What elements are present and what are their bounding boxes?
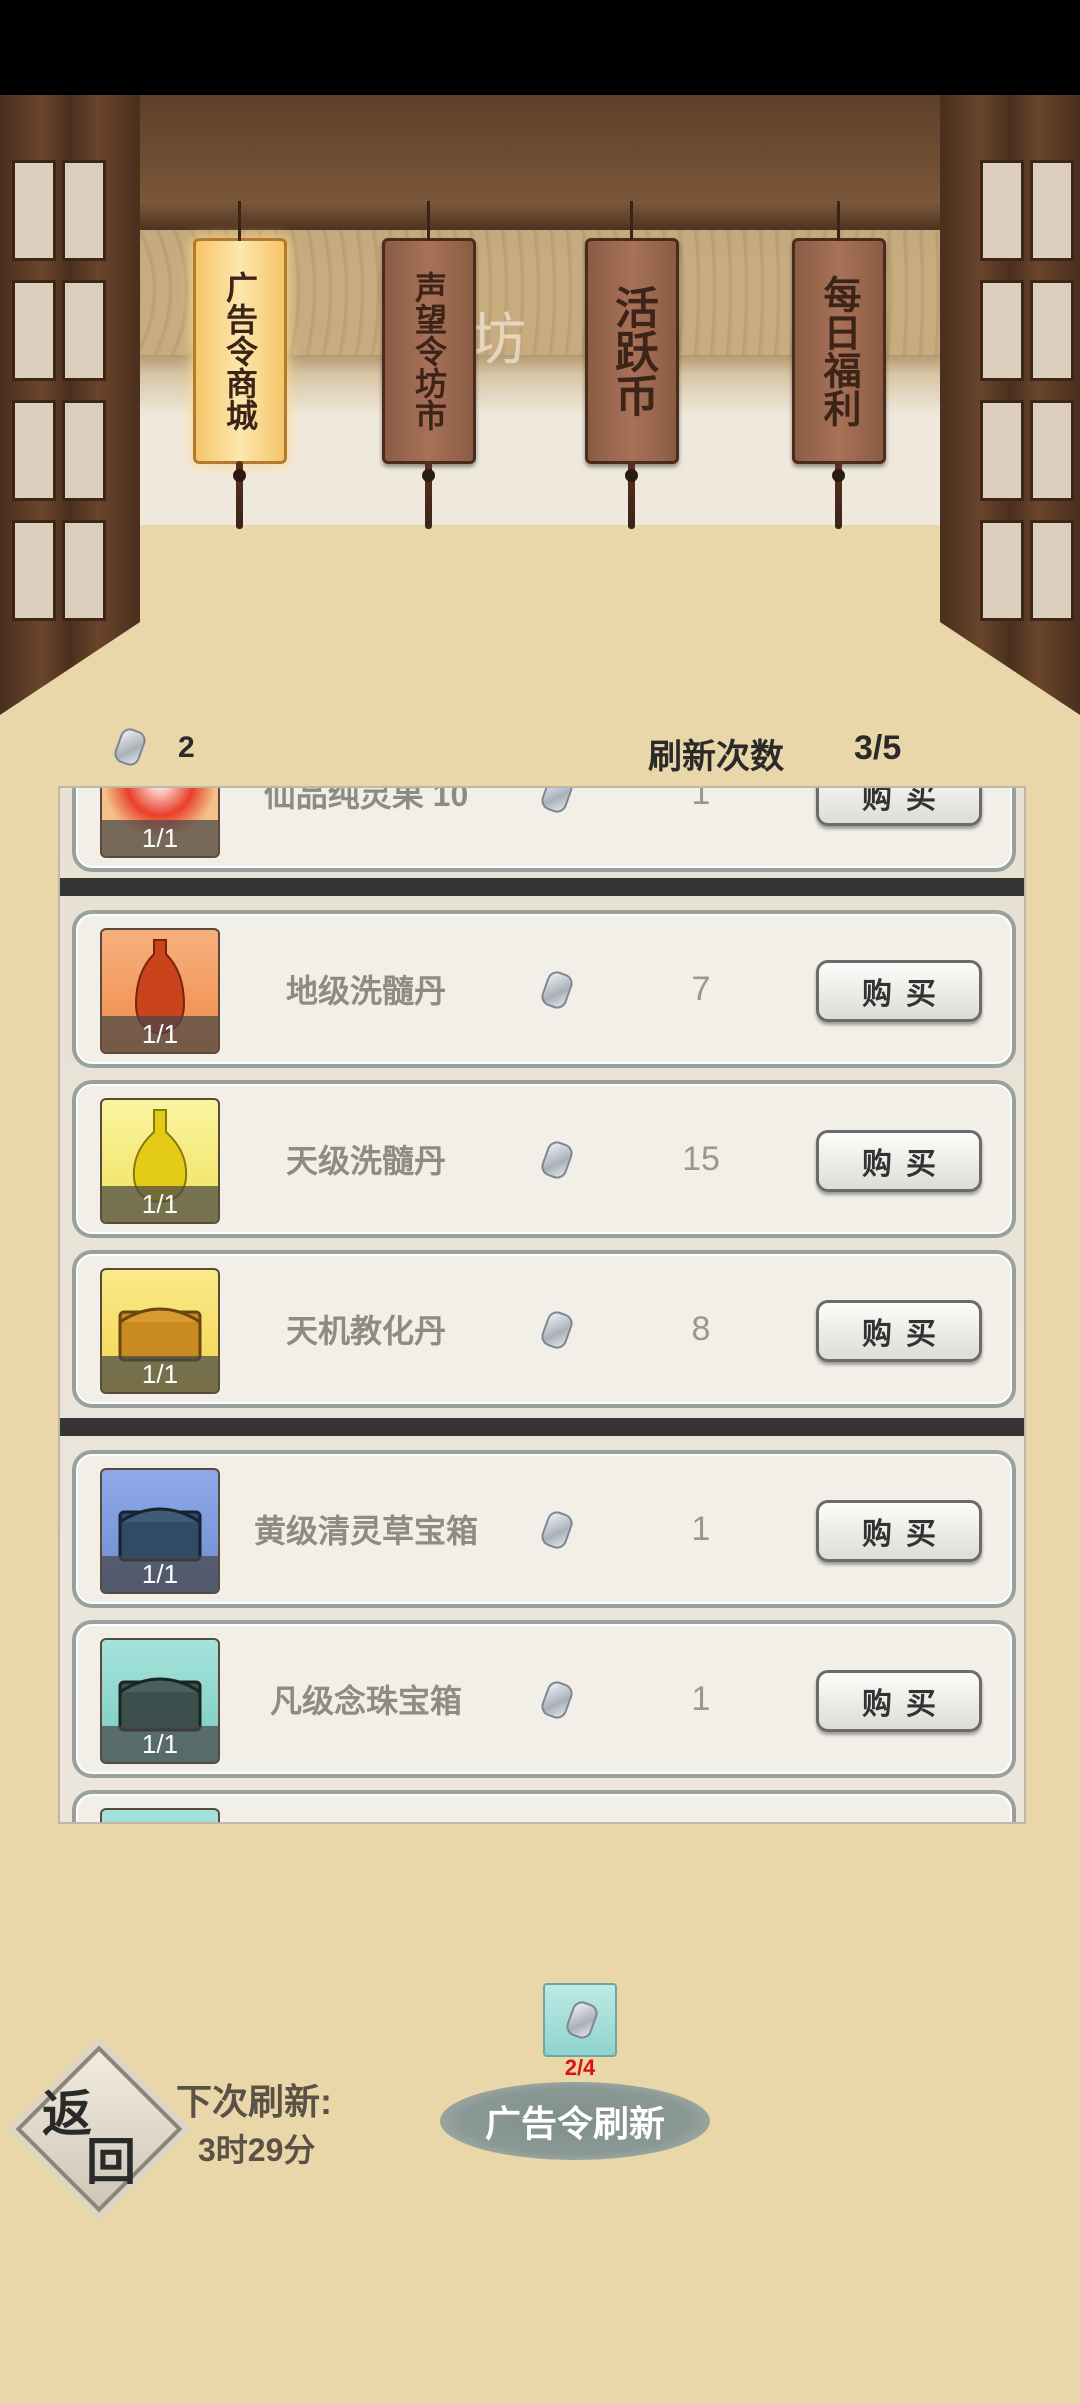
- tab-activity-coin[interactable]: 活跃币: [585, 201, 679, 529]
- ad-token-icon: [538, 1138, 576, 1182]
- tab-ad-token-shop[interactable]: 广告令商城: [193, 201, 287, 529]
- tab-reputation-market[interactable]: 声望令坊市: [382, 201, 476, 529]
- next-refresh-label: 下次刷新:: [176, 2081, 332, 2122]
- item-name: 地级洗髓丹: [285, 973, 446, 1009]
- tab-daily-welfare[interactable]: 每日福利: [792, 201, 886, 529]
- item-name: 黄级清灵草宝箱: [253, 1513, 478, 1549]
- section-divider: [60, 878, 1024, 896]
- ad-token-icon: [563, 1998, 601, 2042]
- ad-token-icon: [538, 788, 576, 816]
- red-vase-icon: 1/1: [100, 928, 220, 1054]
- shop-item-row-partial: [72, 1790, 1016, 1822]
- item-quantity: 1/1: [102, 1016, 218, 1052]
- item-quantity: 1/1: [102, 1556, 218, 1592]
- item-quantity: 1/1: [102, 1356, 218, 1392]
- buy-button[interactable]: 购买: [816, 1300, 982, 1362]
- refresh-count-value: 3/5: [854, 729, 902, 767]
- shop-item-row: 1/1 天级洗髓丹 15 购买: [72, 1080, 1016, 1238]
- item-price: 8: [691, 1309, 711, 1348]
- fruit-icon: 1/1: [100, 788, 220, 858]
- refresh-count-label: 刷新次数: [648, 738, 784, 776]
- shop-item-row: 1/1 仙品纯灵果 10 1 购买: [72, 786, 1016, 872]
- buy-button[interactable]: 购买: [816, 960, 982, 1022]
- currency-amount: 2: [178, 731, 195, 764]
- ticket-count: 2/4: [564, 2055, 596, 2080]
- tab-label: 广告令商城: [221, 271, 259, 431]
- tab-label: 每日福利: [817, 275, 862, 427]
- item-quantity: 1/1: [102, 1186, 218, 1222]
- golden-chest-icon: 1/1: [100, 1268, 220, 1394]
- back-button-label[interactable]: 返回: [28, 2068, 158, 2191]
- item-icon: [100, 1808, 220, 1822]
- buy-button[interactable]: 购买: [816, 1500, 982, 1562]
- back-label-char: 返: [42, 2084, 92, 2143]
- item-price: 1: [691, 1679, 711, 1718]
- shop-item-row: 1/1 黄级清灵草宝箱 1 购买: [72, 1450, 1016, 1608]
- item-quantity: 1/1: [102, 1726, 218, 1762]
- shop-item-row: 1/1 地级洗髓丹 7 购买: [72, 910, 1016, 1068]
- ad-token-ticket-icon: [543, 1983, 617, 2057]
- item-name: 天机教化丹: [285, 1313, 446, 1349]
- ad-token-icon: [538, 1678, 576, 1722]
- tab-label: 活跃币: [607, 285, 658, 417]
- section-divider: [60, 1418, 1024, 1436]
- stats-bar: 2 刷新次数 3/5: [0, 725, 1080, 776]
- ad-token-icon: [538, 1308, 576, 1352]
- yellow-vase-icon: 1/1: [100, 1098, 220, 1224]
- tab-label: 声望令坊市: [410, 271, 448, 431]
- back-label-char: 回: [86, 2132, 136, 2191]
- buy-button[interactable]: 购买: [816, 788, 982, 826]
- ad-token-icon: [538, 1508, 576, 1552]
- item-price: 7: [691, 969, 711, 1008]
- teal-chest-icon: 1/1: [100, 1638, 220, 1764]
- shop-item-row: 1/1 天机教化丹 8 购买: [72, 1250, 1016, 1408]
- item-name: 凡级念珠宝箱: [269, 1683, 462, 1719]
- item-price: 1: [691, 1509, 711, 1548]
- shop-item-row: 1/1 凡级念珠宝箱 1 购买: [72, 1620, 1016, 1778]
- item-price: 1: [691, 786, 711, 812]
- shop-item-list[interactable]: 1/1 仙品纯灵果 10 1 购买 1/1 地级洗髓丹 7 购买 1/1 天级洗…: [58, 786, 1026, 1824]
- item-name: 天级洗髓丹: [285, 1143, 446, 1179]
- next-refresh-time: 3时29分: [198, 2132, 316, 2168]
- buy-button[interactable]: 购买: [816, 1670, 982, 1732]
- shop-tabs: 广告令商城 声望令坊市 活跃币 每日福利: [0, 0, 1080, 540]
- ad-token-icon: [111, 725, 149, 769]
- blue-chest-icon: 1/1: [100, 1468, 220, 1594]
- item-price: 15: [682, 1139, 720, 1178]
- item-quantity: 1/1: [102, 820, 218, 856]
- ad-token-icon: [538, 968, 576, 1012]
- buy-button[interactable]: 购买: [816, 1130, 982, 1192]
- ad-refresh-button[interactable]: 广告令刷新: [440, 2082, 710, 2160]
- item-name: 仙品纯灵果 10: [263, 786, 469, 813]
